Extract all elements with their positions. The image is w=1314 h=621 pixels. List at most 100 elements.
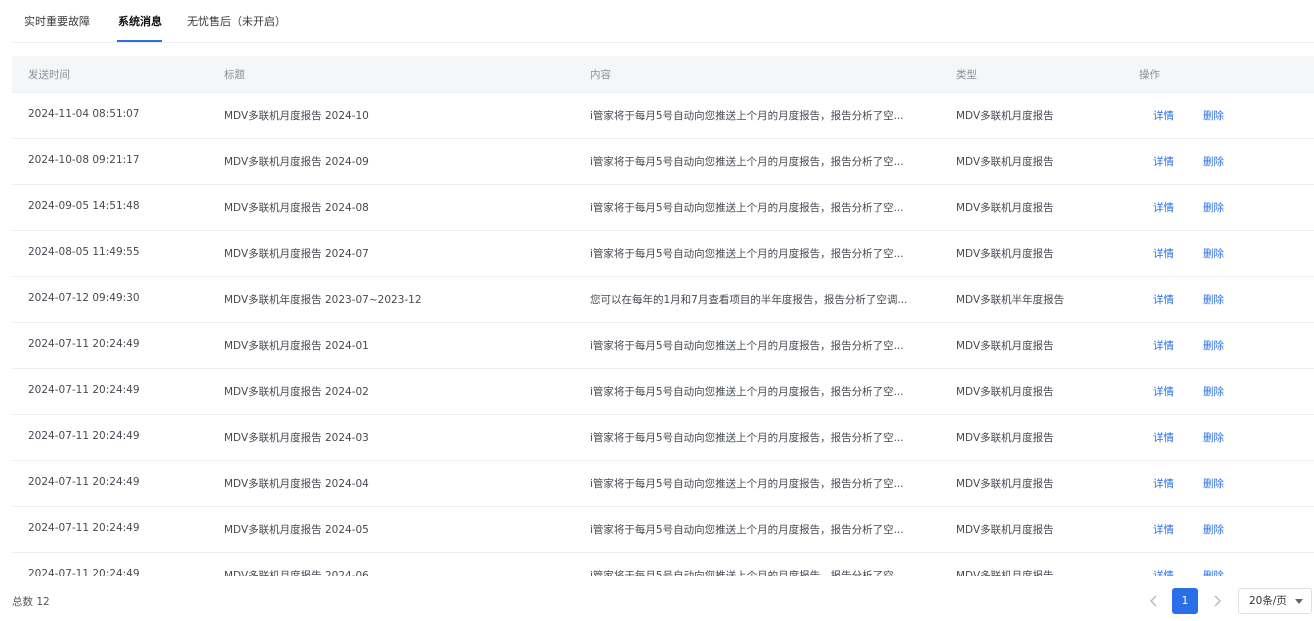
delete-link[interactable]: 删除 [1203,246,1224,261]
type-cell: MDV多联机月度报告 [956,202,1054,214]
title-cell: MDV多联机月度报告 2024-07 [224,248,369,260]
table-row: 2024-09-05 14:51:48 MDV多联机月度报告 2024-08 i管家… [12,185,1314,231]
content-cell: i管家将于每月5号自动向您推送上个月的月度报告，报告分析了空... [590,110,904,122]
type-cell: MDV多联机月度报告 [956,156,1054,168]
title-cell: MDV多联机月度报告 2024-06 [224,570,369,576]
table-row: 2024-07-11 20:24:49 MDV多联机月度报告 2024-01 i管家… [12,323,1314,369]
detail-link[interactable]: 详情 [1153,338,1174,353]
content-cell: i管家将于每月5号自动向您推送上个月的月度报告，报告分析了空... [590,524,904,536]
type-cell: MDV多联机月度报告 [956,248,1054,260]
type-cell: MDV多联机月度报告 [956,432,1054,444]
content-cell: i管家将于每月5号自动向您推送上个月的月度报告，报告分析了空... [590,478,904,490]
tab-after-sales[interactable]: 无忧售后（未开启） [187,13,286,29]
type-cell: MDV多联机月度报告 [956,340,1054,352]
content-cell: i管家将于每月5号自动向您推送上个月的月度报告，报告分析了空... [590,340,904,352]
total-count: 总数 12 [12,596,50,608]
delete-link[interactable]: 删除 [1203,430,1224,445]
table-row: 2024-07-11 20:24:49 MDV多联机月度报告 2024-05 i管家… [12,507,1314,553]
tab-bar: 实时重要故障 系统消息 无忧售后（未开启） [12,0,1314,43]
tab-system-messages[interactable]: 系统消息 [118,13,162,29]
send-time-cell: 2024-09-05 14:51:48 [28,200,140,212]
table-row: 2024-07-11 20:24:49 MDV多联机月度报告 2024-03 i管家… [12,415,1314,461]
detail-link[interactable]: 详情 [1153,568,1174,576]
send-time-cell: 2024-07-11 20:24:49 [28,384,140,396]
delete-link[interactable]: 删除 [1203,476,1224,491]
send-time-cell: 2024-07-12 09:49:30 [28,292,140,304]
header-content: 内容 [590,69,611,81]
page-size-value: 20条/页 [1249,595,1287,607]
system-messages-page: 实时重要故障 系统消息 无忧售后（未开启） 发送时间 标题 内容 类型 操作 2… [0,0,1314,621]
title-cell: MDV多联机月度报告 2024-09 [224,156,369,168]
title-cell: MDV多联机月度报告 2024-04 [224,478,369,490]
delete-link[interactable]: 删除 [1203,522,1224,537]
type-cell: MDV多联机月度报告 [956,386,1054,398]
table-row: 2024-07-12 09:49:30 MDV多联机年度报告 2023-07~20… [12,277,1314,323]
type-cell: MDV多联机月度报告 [956,478,1054,490]
send-time-cell: 2024-07-11 20:24:49 [28,476,140,488]
detail-link[interactable]: 详情 [1153,246,1174,261]
table-row: 2024-10-08 09:21:17 MDV多联机月度报告 2024-09 i管家… [12,139,1314,185]
content-cell: i管家将于每月5号自动向您推送上个月的月度报告，报告分析了空... [590,386,904,398]
pagination-page-current[interactable]: 1 [1172,588,1198,614]
caret-down-icon [1295,599,1303,604]
content-cell: i管家将于每月5号自动向您推送上个月的月度报告，报告分析了空... [590,432,904,444]
table-row: 2024-11-04 08:51:07 MDV多联机月度报告 2024-10 i管家… [12,93,1314,139]
title-cell: MDV多联机月度报告 2024-10 [224,110,369,122]
delete-link[interactable]: 删除 [1203,384,1224,399]
table-row: 2024-08-05 11:49:55 MDV多联机月度报告 2024-07 i管家… [12,231,1314,277]
detail-link[interactable]: 详情 [1153,292,1174,307]
detail-link[interactable]: 详情 [1153,430,1174,445]
send-time-cell: 2024-10-08 09:21:17 [28,154,140,166]
delete-link[interactable]: 删除 [1203,108,1224,123]
detail-link[interactable]: 详情 [1153,108,1174,123]
header-actions: 操作 [1139,69,1160,81]
chevron-left-icon [1150,595,1157,607]
table-header: 发送时间 标题 内容 类型 操作 [12,56,1314,93]
type-cell: MDV多联机半年度报告 [956,294,1065,306]
detail-link[interactable]: 详情 [1153,154,1174,169]
title-cell: MDV多联机月度报告 2024-01 [224,340,369,352]
table-row: 2024-07-11 20:24:49 MDV多联机月度报告 2024-04 i管家… [12,461,1314,507]
delete-link[interactable]: 删除 [1203,154,1224,169]
detail-link[interactable]: 详情 [1153,476,1174,491]
send-time-cell: 2024-07-11 20:24:49 [28,338,140,350]
send-time-cell: 2024-07-11 20:24:49 [28,568,140,576]
chevron-right-icon [1214,595,1221,607]
pagination-prev-button[interactable] [1144,590,1164,612]
pagination-next-button[interactable] [1207,590,1227,612]
header-send-time: 发送时间 [28,69,70,81]
messages-table: 发送时间 标题 内容 类型 操作 2024-11-04 08:51:07 MDV多… [12,56,1314,576]
content-cell: i管家将于每月5号自动向您推送上个月的月度报告，报告分析了空... [590,202,904,214]
send-time-cell: 2024-07-11 20:24:49 [28,430,140,442]
title-cell: MDV多联机月度报告 2024-05 [224,524,369,536]
send-time-cell: 2024-08-05 11:49:55 [28,246,140,258]
content-cell: i管家将于每月5号自动向您推送上个月的月度报告，报告分析了空... [590,570,904,576]
delete-link[interactable]: 删除 [1203,292,1224,307]
table-body: 2024-11-04 08:51:07 MDV多联机月度报告 2024-10 i管家… [12,93,1314,576]
active-tab-indicator [117,40,162,42]
content-cell: i管家将于每月5号自动向您推送上个月的月度报告，报告分析了空... [590,248,904,260]
content-cell: 您可以在每年的1月和7月查看项目的半年度报告，报告分析了空调... [590,294,908,306]
page-size-select[interactable]: 20条/页 [1238,588,1312,614]
type-cell: MDV多联机月度报告 [956,524,1054,536]
detail-link[interactable]: 详情 [1153,200,1174,215]
type-cell: MDV多联机月度报告 [956,570,1054,576]
header-title: 标题 [224,69,245,81]
type-cell: MDV多联机月度报告 [956,110,1054,122]
tab-realtime-faults[interactable]: 实时重要故障 [24,13,90,29]
delete-link[interactable]: 删除 [1203,568,1224,576]
title-cell: MDV多联机月度报告 2024-08 [224,202,369,214]
detail-link[interactable]: 详情 [1153,384,1174,399]
table-row: 2024-07-11 20:24:49 MDV多联机月度报告 2024-06 i管家… [12,553,1314,576]
title-cell: MDV多联机月度报告 2024-03 [224,432,369,444]
delete-link[interactable]: 删除 [1203,338,1224,353]
send-time-cell: 2024-07-11 20:24:49 [28,522,140,534]
detail-link[interactable]: 详情 [1153,522,1174,537]
title-cell: MDV多联机年度报告 2023-07~2023-12 [224,294,422,306]
send-time-cell: 2024-11-04 08:51:07 [28,108,140,120]
header-type: 类型 [956,69,977,81]
delete-link[interactable]: 删除 [1203,200,1224,215]
content-cell: i管家将于每月5号自动向您推送上个月的月度报告，报告分析了空... [590,156,904,168]
title-cell: MDV多联机月度报告 2024-02 [224,386,369,398]
table-row: 2024-07-11 20:24:49 MDV多联机月度报告 2024-02 i管家… [12,369,1314,415]
